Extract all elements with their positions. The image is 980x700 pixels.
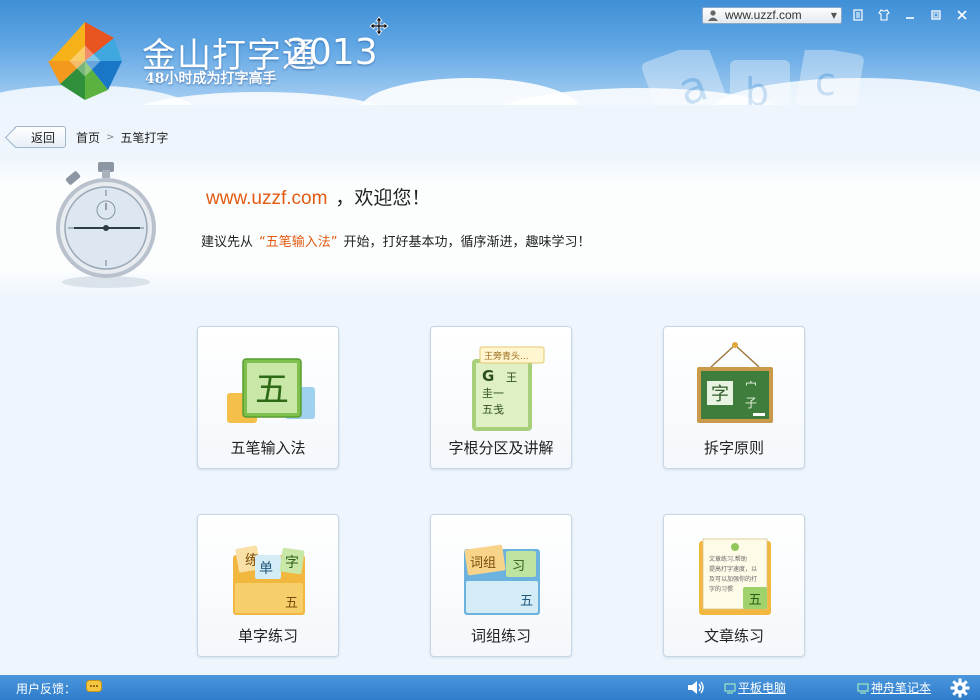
phrase-icon: 词组 习 五 bbox=[464, 544, 540, 615]
promo-link-laptop[interactable]: 神舟笔记本 bbox=[857, 679, 931, 696]
app-header: a b c 金山打字通 2013 48小时成为打字高手 www.uzzf.com… bbox=[0, 0, 980, 105]
close-icon bbox=[957, 10, 967, 20]
maximize-icon bbox=[931, 10, 941, 20]
breadcrumb-separator: > bbox=[106, 131, 115, 143]
single-char-icon: 练 单 字 五 bbox=[233, 545, 305, 615]
minimize-icon bbox=[906, 17, 914, 19]
back-button[interactable]: 返回 bbox=[14, 126, 67, 148]
cizu-chars-2: 习 bbox=[512, 559, 525, 574]
chat-icon[interactable] bbox=[86, 680, 102, 694]
welcome-tip: 建议先从 “五笔输入法” 开始，打好基本功，循序渐进，趣味学习！ bbox=[201, 231, 591, 250]
shirt-icon bbox=[878, 9, 890, 21]
window-topbar: www.uzzf.com ▼ bbox=[702, 6, 972, 24]
article-line-3: 及可以加强你的打 bbox=[709, 575, 757, 583]
cizu-chars-3: 五 bbox=[520, 594, 533, 609]
module-label-wenzhang: 文章练习 bbox=[703, 627, 764, 645]
article-icon: 文章练习,帮助 提高打字速度，以 及可以加强你的打 字的习惯 五 bbox=[699, 538, 771, 615]
speaker-icon[interactable] bbox=[686, 679, 706, 696]
maximize-button[interactable] bbox=[926, 6, 946, 24]
zigen-row-2: 圭一 bbox=[482, 387, 504, 400]
welcome-suffix: ，欢迎您！ bbox=[335, 187, 431, 209]
breadcrumb-home[interactable]: 首页 bbox=[76, 129, 100, 146]
module-label-chaizi: 拆字原则 bbox=[703, 439, 764, 457]
zigen-row-3: 五戋 bbox=[482, 403, 504, 416]
module-card-danzi[interactable]: 练 单 字 五 单字练习 bbox=[197, 514, 339, 657]
chaizi-part-2: 子 bbox=[745, 396, 757, 410]
breadcrumb: 返回 首页 > 五笔打字 bbox=[14, 126, 168, 148]
article-line-1: 文章练习,帮助 bbox=[709, 555, 747, 563]
account-name: www.uzzf.com bbox=[725, 8, 802, 22]
app-slogan: 48小时成为打字高手 bbox=[145, 71, 277, 87]
chaizi-part-1: 宀 bbox=[745, 380, 757, 394]
zigen-book-icon: 王旁青头... G 王 圭一 五戋 bbox=[472, 346, 545, 431]
document-icon bbox=[853, 9, 863, 21]
theme-button[interactable] bbox=[874, 6, 894, 24]
module-label-wubi: 五笔输入法 bbox=[230, 439, 306, 457]
zigen-row-1: 王 bbox=[506, 371, 517, 384]
promo-link-tablet[interactable]: 平板电脑 bbox=[724, 679, 786, 696]
tip-suffix: 开始，打好基本功，循序渐进，趣味学习！ bbox=[343, 235, 591, 250]
tip-prefix: 建议先从 bbox=[201, 235, 254, 250]
promo-laptop-label: 神舟笔记本 bbox=[871, 681, 932, 695]
module-card-wubi[interactable]: 五 五笔输入法 bbox=[197, 326, 339, 469]
module-label-cizu: 词组练习 bbox=[470, 627, 531, 645]
chevron-down-icon: ▼ bbox=[830, 10, 837, 20]
svg-text:b: b bbox=[745, 70, 769, 105]
minimize-button[interactable] bbox=[900, 6, 920, 24]
app-logo-icon bbox=[48, 22, 122, 100]
module-card-wenzhang[interactable]: 文章练习,帮助 提高打字速度，以 及可以加强你的打 字的习惯 五 文章练习 bbox=[663, 514, 805, 657]
wubi-input-icon: 五 bbox=[227, 358, 315, 423]
promo-tablet-label: 平板电脑 bbox=[738, 681, 787, 695]
module-card-chaizi[interactable]: 字 宀 子 拆字原则 bbox=[663, 326, 805, 469]
welcome-url: www.uzzf.com bbox=[206, 188, 328, 209]
chalkboard-icon: 字 宀 子 bbox=[697, 342, 773, 423]
article-line-4: 字的习惯 bbox=[709, 585, 733, 593]
letter-tiles-decoration: a b c bbox=[641, 50, 864, 105]
status-bar: 用户反馈： 平板电脑 神舟笔记本 bbox=[0, 675, 980, 700]
user-icon bbox=[708, 10, 718, 21]
article-line-2: 提高打字速度，以 bbox=[709, 565, 757, 573]
laptop-icon bbox=[857, 682, 869, 694]
svg-text:c: c bbox=[815, 60, 836, 104]
module-label-danzi: 单字练习 bbox=[237, 627, 298, 645]
tablet-icon bbox=[724, 682, 736, 694]
module-card-cizu[interactable]: 词组 习 五 词组练习 bbox=[430, 514, 572, 657]
module-card-zigen[interactable]: 王旁青头... G 王 圭一 五戋 字根分区及讲解 bbox=[430, 326, 572, 469]
feedback-label: 用户反馈： bbox=[16, 682, 77, 696]
zigen-bubble: 王旁青头... bbox=[484, 350, 529, 362]
skin-button[interactable] bbox=[848, 6, 868, 24]
back-button-label: 返回 bbox=[31, 130, 56, 145]
chaizi-main: 字 bbox=[711, 384, 729, 405]
move-cursor-icon bbox=[369, 16, 389, 36]
stopwatch-icon bbox=[56, 162, 156, 288]
danzi-char-3: 字 bbox=[285, 555, 299, 571]
danzi-char-4: 五 bbox=[285, 596, 298, 611]
cizu-chars-1: 词组 bbox=[470, 556, 496, 571]
tip-highlight: “五笔输入法” bbox=[259, 235, 338, 250]
wubi-char: 五 bbox=[255, 370, 289, 410]
article-char: 五 bbox=[748, 593, 761, 608]
zigen-g: G bbox=[482, 367, 494, 385]
gear-icon[interactable] bbox=[950, 678, 970, 698]
app-year: 2013 bbox=[286, 32, 378, 73]
breadcrumb-current: 五笔打字 bbox=[120, 130, 169, 145]
account-dropdown[interactable]: www.uzzf.com ▼ bbox=[702, 6, 842, 24]
danzi-char-2: 单 bbox=[259, 561, 273, 577]
welcome-heading: www.uzzf.com ，欢迎您！ bbox=[206, 183, 430, 210]
close-button[interactable] bbox=[952, 6, 972, 24]
module-label-zigen: 字根分区及讲解 bbox=[448, 439, 554, 457]
